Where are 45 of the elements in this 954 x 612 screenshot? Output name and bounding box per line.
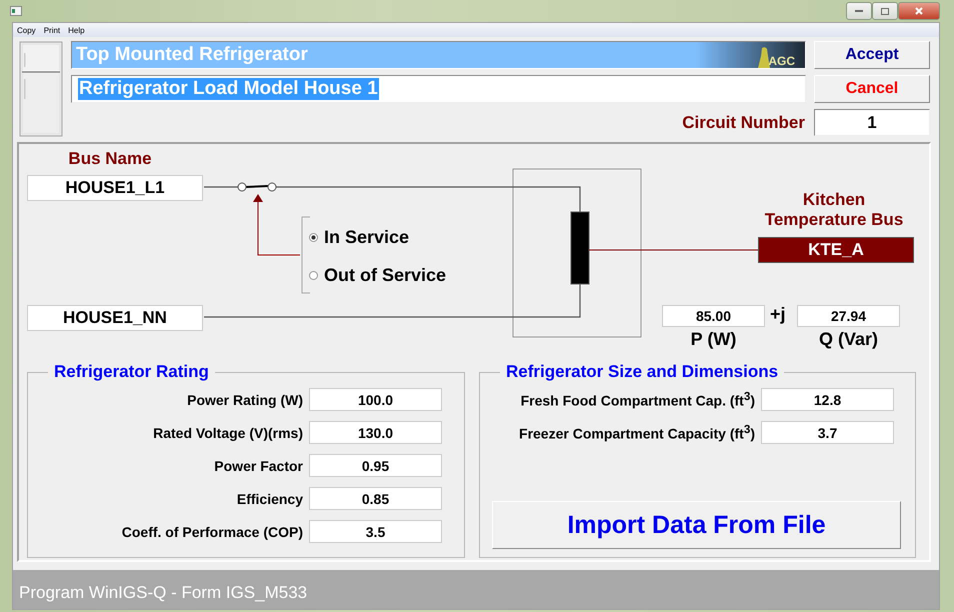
imaginary-unit-label: +j (770, 304, 786, 325)
field-label: Efficiency (236, 490, 303, 506)
bus-name-field[interactable]: HOUSE1_L1 (27, 175, 203, 201)
cancel-button[interactable]: Cancel (814, 75, 930, 103)
close-button[interactable] (898, 2, 940, 20)
real-power-label: P (W) (690, 329, 738, 350)
refrigerator-icon (19, 41, 63, 137)
field-label: Coeff. of Performace (COP) (122, 524, 303, 540)
maximize-icon (881, 8, 889, 14)
reactive-power-label: Q (Var) (818, 329, 880, 350)
temperature-bus-label: Kitchen Temperature Bus (764, 190, 904, 230)
bus-name-field[interactable]: HOUSE1_NN (27, 305, 203, 331)
value-field[interactable]: 100.0 (309, 388, 442, 411)
menu-item[interactable]: Help (68, 26, 85, 34)
circuit-number-label: Circuit Number (682, 112, 805, 132)
group-title: Refrigerator Size and Dimensions (505, 362, 780, 382)
field-label: Freezer Compartment Capacity (ft$^{3}$) (519, 423, 755, 442)
maximize-button[interactable] (872, 2, 898, 20)
logo-text: AGC (768, 54, 795, 68)
accept-button[interactable]: Accept (814, 41, 930, 69)
minimize-button[interactable] (846, 2, 872, 20)
value-field[interactable]: 3.7 (761, 421, 894, 444)
field-label: Power Rating (W) (187, 392, 303, 408)
minimize-icon (855, 10, 863, 12)
field-label: Fresh Food Compartment Cap. (ft$^{3}$) (520, 390, 755, 409)
import-button[interactable]: Import Data From File (492, 501, 901, 549)
value-field[interactable]: 0.85 (309, 487, 442, 510)
field-label: Rated Voltage (V)(rms) (153, 424, 303, 440)
real-power-field[interactable]: 85.00 (662, 305, 765, 327)
status-text: Program WinIGS-Q - Form IGS_M533 (19, 583, 308, 603)
appliance-type-text: Top Mounted Refrigerator (76, 44, 308, 66)
app-icon (10, 6, 22, 16)
value-field[interactable]: 130.0 (309, 421, 442, 444)
group-title: Refrigerator Rating (53, 362, 210, 382)
temperature-bus-field[interactable]: KTE_A (758, 237, 914, 263)
value-field[interactable]: 12.8 (761, 388, 894, 411)
circuit-number-field[interactable]: 1 (814, 109, 930, 136)
reactive-power-field[interactable]: 27.94 (797, 305, 900, 327)
field-label: Power Factor (214, 458, 303, 474)
bus-name-label: Bus Name (67, 149, 153, 169)
menu-item[interactable]: Copy (17, 26, 36, 34)
value-field[interactable]: 3.5 (309, 520, 442, 543)
close-icon (915, 7, 923, 15)
value-field[interactable]: 0.95 (309, 454, 442, 477)
menu-item[interactable]: Print (44, 26, 60, 34)
